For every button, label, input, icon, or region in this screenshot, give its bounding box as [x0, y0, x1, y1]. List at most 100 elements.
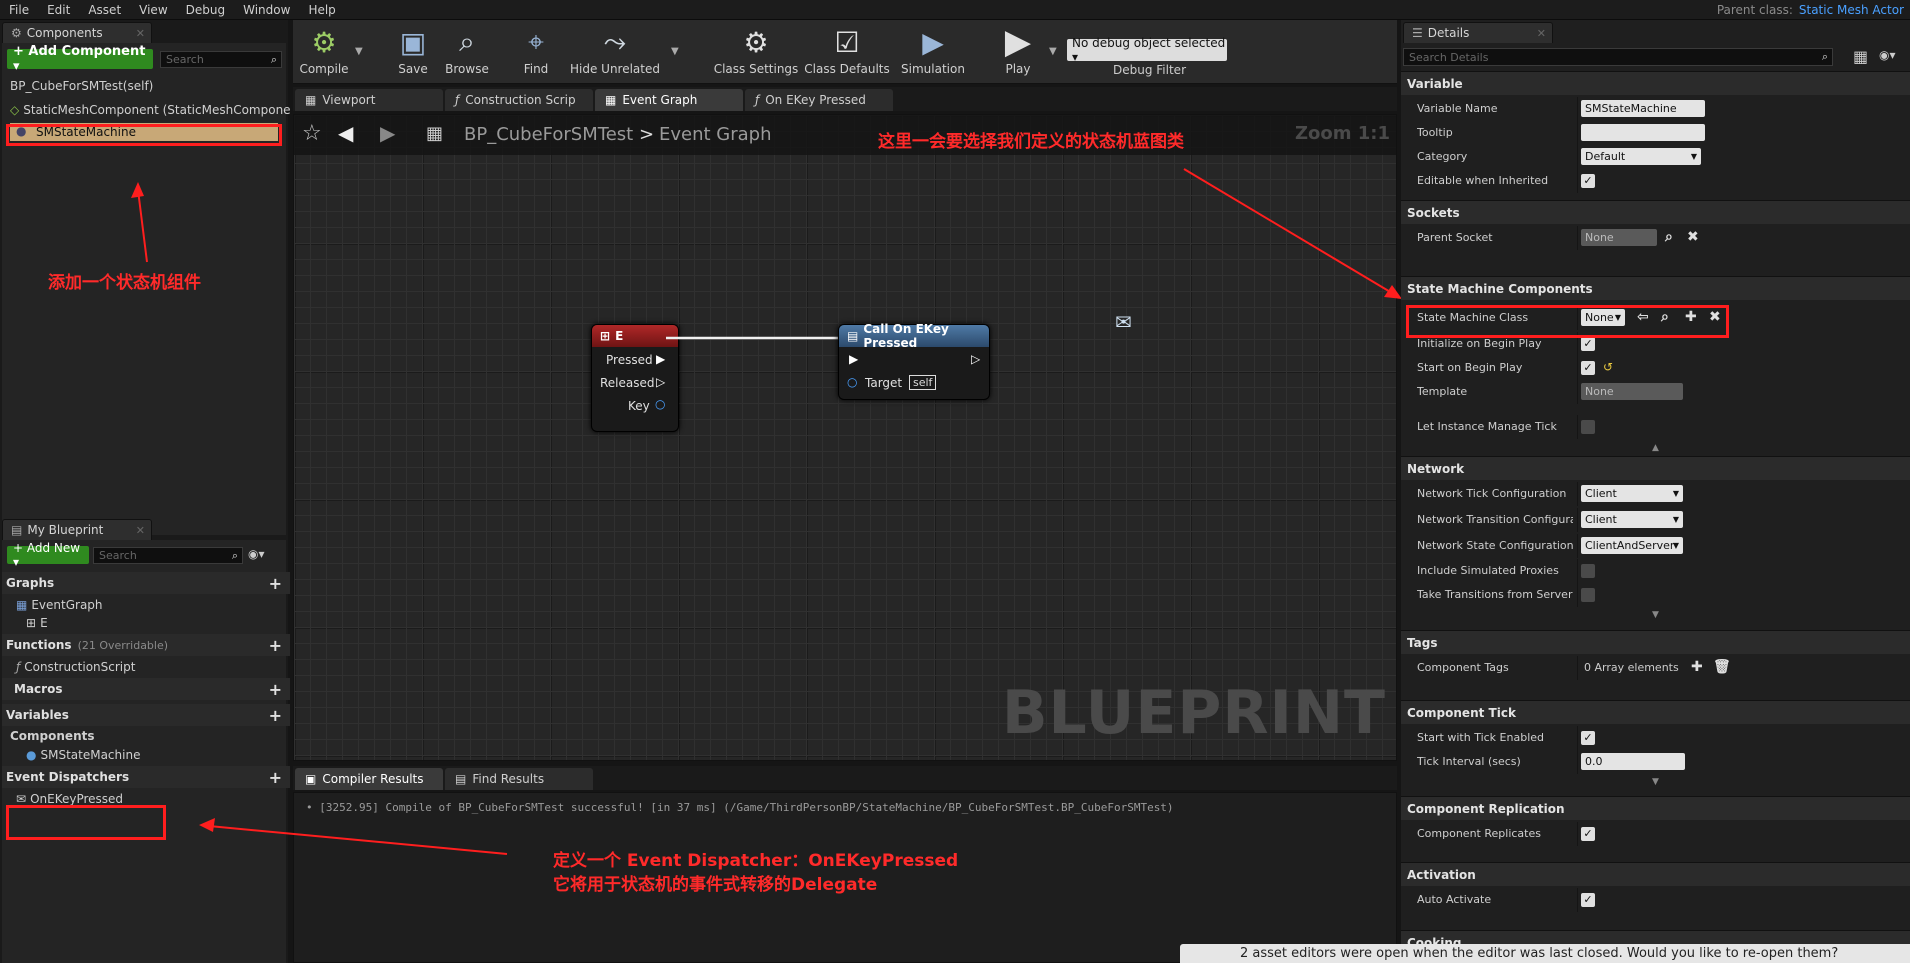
section-event-dispatchers[interactable]: Event Dispatchers +: [2, 766, 290, 788]
take-transitions-checkbox[interactable]: [1581, 588, 1595, 602]
editable-inherited-checkbox[interactable]: ✓: [1581, 174, 1595, 188]
tab-compiler-results[interactable]: ▣ Compiler Results: [295, 768, 443, 790]
class-defaults-button[interactable]: ☑ Class Defaults: [803, 24, 891, 77]
reset-to-default-icon[interactable]: ↺: [1603, 360, 1613, 374]
section-macros[interactable]: Macros +: [2, 678, 290, 700]
play-button[interactable]: ▶ Play: [993, 22, 1043, 76]
function-item-construction[interactable]: ƒ ConstructionScript: [16, 658, 135, 676]
reopen-editors-notification[interactable]: 2 asset editors were open when the edito…: [1180, 944, 1910, 963]
close-icon[interactable]: ✕: [136, 27, 145, 40]
save-button[interactable]: ▣ Save: [388, 24, 438, 77]
expand-advanced-icon[interactable]: ▲: [1401, 443, 1910, 453]
add-graph-icon[interactable]: +: [269, 574, 282, 593]
hide-unrelated-button[interactable]: ⤳ Hide Unrelated: [569, 24, 661, 76]
graph-item-eventgraph[interactable]: ▦ EventGraph: [16, 596, 103, 614]
add-new-button[interactable]: + Add New ▾: [7, 541, 89, 569]
class-settings-button[interactable]: ⚙ Class Settings: [711, 24, 801, 77]
simulation-button[interactable]: ▶ Simulation: [895, 24, 971, 77]
add-macro-icon[interactable]: +: [269, 680, 282, 699]
blueprint-search-input[interactable]: Search ⌕: [93, 547, 243, 564]
pin-call-exec-in-icon[interactable]: ▶: [849, 352, 858, 366]
pin-target-icon[interactable]: ○: [847, 375, 857, 389]
section-functions[interactable]: Functions (21 Overridable) +: [2, 634, 290, 656]
play-options-chevron-icon[interactable]: ▼: [1049, 46, 1057, 57]
menu-edit[interactable]: Edit: [38, 3, 79, 17]
auto-activate-checkbox[interactable]: ✓: [1581, 893, 1595, 907]
net-transition-dropdown[interactable]: Client: [1581, 511, 1683, 528]
start-begin-play-checkbox[interactable]: ✓: [1581, 361, 1595, 375]
component-root[interactable]: BP_CubeForSMTest(self): [10, 77, 153, 95]
category-dropdown[interactable]: Default: [1581, 148, 1701, 165]
clear-icon[interactable]: ✖: [1687, 229, 1699, 245]
menu-file[interactable]: File: [0, 3, 38, 17]
debug-filter-label: Debug Filter: [1113, 63, 1186, 77]
search-icon[interactable]: ⌕: [1665, 229, 1673, 245]
add-component-button[interactable]: + Add Component ▾: [7, 44, 153, 74]
graph-item-e[interactable]: ⊞ E: [26, 614, 48, 632]
add-icon[interactable]: ✚: [1691, 659, 1703, 675]
include-proxies-checkbox[interactable]: [1581, 564, 1595, 578]
details-search-input[interactable]: Search Details ⌕: [1403, 48, 1833, 66]
init-begin-play-checkbox[interactable]: ✓: [1581, 337, 1595, 351]
tab-event-graph[interactable]: ▦ Event Graph: [595, 89, 743, 111]
parent-class-link[interactable]: Static Mesh Actor: [1799, 3, 1904, 17]
debug-object-select[interactable]: No debug object selected ▾: [1067, 36, 1227, 64]
tab-on-ekey-pressed[interactable]: ƒ On EKey Pressed: [745, 89, 893, 111]
section-graphs[interactable]: Graphs +: [2, 572, 290, 594]
net-tick-dropdown[interactable]: Client: [1581, 485, 1683, 502]
tab-find-results[interactable]: ▤ Find Results: [445, 768, 593, 790]
expand-network-advanced-icon[interactable]: ▼: [1401, 610, 1910, 620]
eye-icon[interactable]: ◉▾: [248, 547, 265, 561]
tooltip-input[interactable]: [1581, 124, 1705, 141]
tab-components[interactable]: ⚙ Components ✕: [2, 22, 152, 43]
menu-window[interactable]: Window: [234, 3, 299, 17]
component-replicates-checkbox[interactable]: ✓: [1581, 827, 1595, 841]
expand-tick-advanced-icon[interactable]: ▼: [1401, 777, 1910, 787]
blueprint-watermark: BLUEPRINT: [1001, 678, 1386, 748]
section-activation[interactable]: Activation: [1401, 862, 1910, 886]
add-variable-icon[interactable]: +: [269, 706, 282, 725]
node-call-on-ekey-pressed[interactable]: ▤ Call On EKey Pressed ▶ ▷ ○ Target self: [838, 322, 990, 400]
close-icon[interactable]: ✕: [1537, 27, 1546, 40]
section-tags[interactable]: Tags: [1401, 630, 1910, 654]
hide-unrelated-chevron-icon[interactable]: ▼: [671, 46, 679, 57]
section-state-machine-components[interactable]: State Machine Components: [1401, 276, 1910, 300]
tab-find-results-label: Find Results: [472, 772, 545, 786]
component-static-mesh[interactable]: ◇ StaticMeshComponent (StaticMeshCompone: [10, 101, 291, 119]
section-component-tick[interactable]: Component Tick: [1401, 700, 1910, 724]
tab-viewport[interactable]: ▦ Viewport: [295, 89, 443, 111]
section-network[interactable]: Network: [1401, 456, 1910, 480]
compile-button[interactable]: ⚙ Compile: [295, 24, 353, 77]
details-panel: ☰ Details ✕ Search Details ⌕ ▦ ◉▾ Variab…: [1401, 20, 1910, 963]
tick-enabled-checkbox[interactable]: ✓: [1581, 731, 1595, 745]
section-component-replication[interactable]: Component Replication: [1401, 796, 1910, 820]
menu-help[interactable]: Help: [299, 3, 344, 17]
browse-button[interactable]: ⌕ Browse: [439, 24, 495, 76]
tab-construction-script[interactable]: ƒ Construction Scrip: [445, 89, 593, 111]
trash-icon[interactable]: 🗑: [1713, 659, 1731, 675]
section-variable[interactable]: Variable: [1401, 71, 1910, 95]
menu-debug[interactable]: Debug: [177, 3, 234, 17]
menu-asset[interactable]: Asset: [79, 3, 130, 17]
net-state-dropdown[interactable]: ClientAndServer: [1581, 537, 1683, 554]
details-search-placeholder: Search Details: [1409, 50, 1489, 64]
close-icon[interactable]: ✕: [136, 524, 145, 537]
tab-my-blueprint[interactable]: ▤ My Blueprint ✕: [2, 519, 152, 540]
tick-interval-input[interactable]: 0.0: [1581, 753, 1685, 770]
variable-name-input[interactable]: SMStateMachine: [1581, 100, 1705, 117]
add-dispatcher-icon[interactable]: +: [269, 768, 282, 787]
pin-call-exec-out-icon[interactable]: ▷: [971, 352, 980, 366]
add-function-icon[interactable]: +: [269, 636, 282, 655]
eye-icon[interactable]: ◉▾: [1879, 48, 1896, 62]
find-button[interactable]: ⌖ Find: [511, 24, 561, 76]
variable-item-sm-state-machine[interactable]: ● SMStateMachine: [26, 746, 140, 764]
menu-view[interactable]: View: [130, 3, 176, 17]
components-search-input[interactable]: Search ⌕: [160, 51, 282, 68]
section-variables[interactable]: Variables +: [2, 704, 290, 726]
compile-options-chevron-icon[interactable]: ▼: [355, 46, 363, 57]
let-instance-tick-checkbox[interactable]: [1581, 420, 1595, 434]
grid-view-icon[interactable]: ▦: [1853, 47, 1868, 66]
section-sockets[interactable]: Sockets: [1401, 200, 1910, 224]
variables-components-group[interactable]: Components: [10, 728, 95, 744]
tab-details[interactable]: ☰ Details ✕: [1403, 22, 1553, 43]
